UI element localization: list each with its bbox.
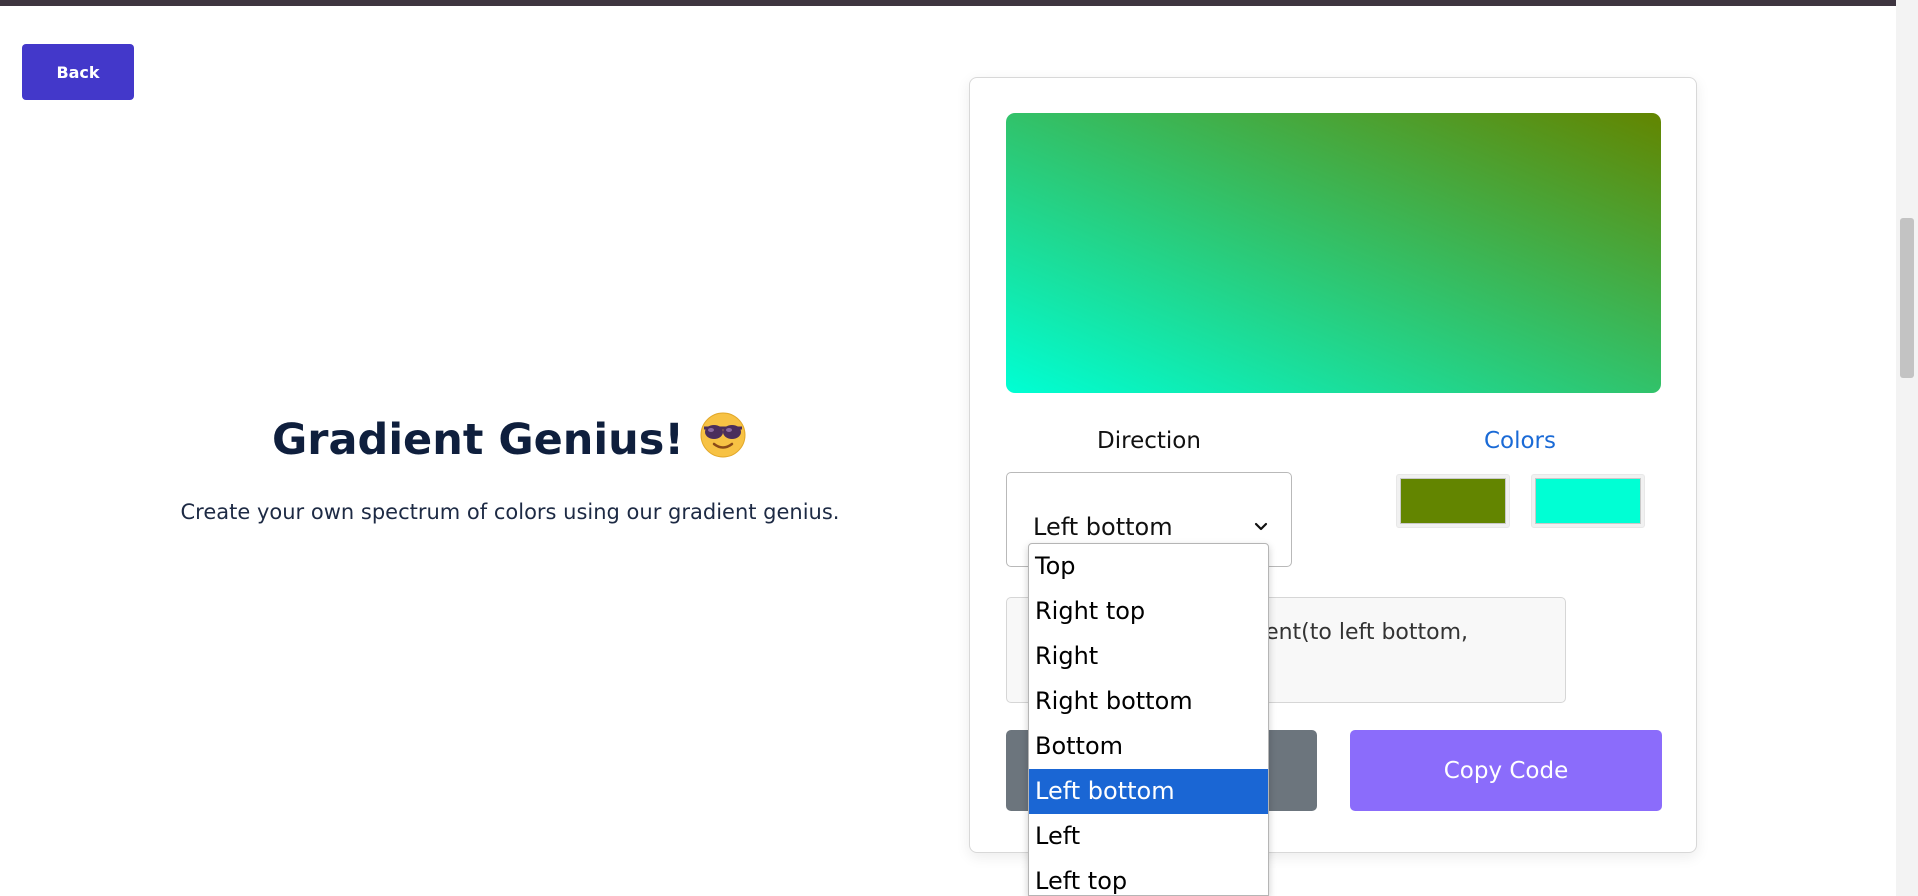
direction-option[interactable]: Right: [1029, 634, 1268, 679]
sunglasses-face-icon: [700, 412, 746, 458]
top-window-bar: [0, 0, 1918, 6]
direction-option[interactable]: Left: [1029, 814, 1268, 859]
page-title: Gradient Genius!: [200, 410, 820, 465]
back-button[interactable]: Back: [22, 44, 134, 100]
direction-option[interactable]: Right top: [1029, 589, 1268, 634]
direction-option[interactable]: Left top: [1029, 859, 1268, 895]
direction-option[interactable]: Top: [1029, 544, 1268, 589]
direction-dropdown-list[interactable]: Top Right top Right Right bottom Bottom Left …: [1028, 543, 1269, 896]
chevron-down-icon: [1254, 522, 1268, 531]
color-picker-2[interactable]: [1531, 474, 1645, 528]
colors-label: Colors: [1483, 428, 1557, 454]
direction-option[interactable]: Left bottom: [1029, 769, 1268, 814]
copy-code-button[interactable]: Copy Code: [1350, 730, 1662, 811]
direction-option[interactable]: Right bottom: [1029, 679, 1268, 724]
vertical-scrollbar[interactable]: [1896, 0, 1918, 896]
page-title-text: Gradient Genius!: [272, 415, 684, 465]
color-swatch-1: [1400, 478, 1506, 524]
scrollbar-thumb[interactable]: [1900, 218, 1914, 378]
direction-option[interactable]: Bottom: [1029, 724, 1268, 769]
page-subtitle: Create your own spectrum of colors using…: [180, 500, 840, 524]
code-visible-text: dient(to left bottom,: [1245, 620, 1469, 645]
gradient-preview: [1006, 113, 1661, 393]
direction-select-value: Left bottom: [1033, 513, 1173, 541]
color-picker-1[interactable]: [1396, 474, 1510, 528]
color-swatch-2: [1535, 478, 1641, 524]
direction-label: Direction: [1097, 428, 1201, 454]
